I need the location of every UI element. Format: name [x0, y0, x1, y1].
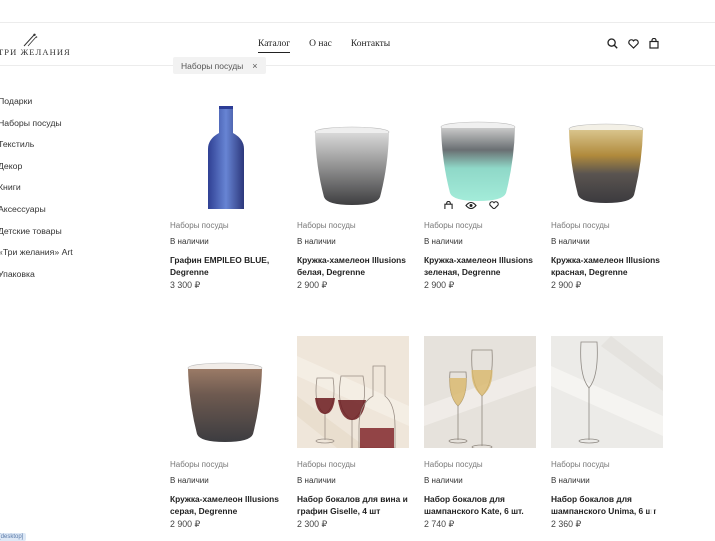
- sidebar-item-decor[interactable]: Декор: [0, 161, 73, 183]
- product-card[interactable]: Наборы посуды В наличии Кружка-хамелеон …: [424, 97, 536, 291]
- product-title[interactable]: Набор бокалов для шампанского Kate, 6 шт…: [424, 493, 536, 517]
- product-stock: В наличии: [424, 237, 463, 246]
- main-nav: Каталог О нас Контакты: [258, 39, 390, 53]
- product-stock: В наличии: [170, 476, 209, 485]
- product-stock: В наличии: [297, 476, 336, 485]
- product-image-cup-silver[interactable]: [297, 97, 409, 209]
- product-price: 3 300 ₽: [170, 280, 201, 290]
- product-price: 2 900 ₽: [297, 280, 328, 290]
- filter-chip-label: Наборы посуды: [181, 60, 244, 71]
- sidebar-item-kids[interactable]: Детские товары: [0, 226, 73, 248]
- product-category: Наборы посуды: [551, 221, 610, 230]
- sidebar-item-books[interactable]: Книги: [0, 182, 73, 204]
- brand-logo[interactable]: ТРИ ЖЕЛАНИЯ: [0, 31, 71, 61]
- nav-about[interactable]: О нас: [309, 39, 332, 53]
- product-stock: В наличии: [297, 237, 336, 246]
- product-price: 2 740 ₽: [424, 519, 455, 529]
- product-card[interactable]: Наборы посуды В наличии Кружка-хамелеон …: [170, 336, 282, 530]
- product-stock: В наличии: [170, 237, 209, 246]
- product-image-wine-glasses[interactable]: [297, 336, 409, 448]
- product-category: Наборы посуды: [297, 460, 356, 469]
- card-hover-actions: [444, 201, 499, 209]
- search-icon[interactable]: [607, 38, 618, 49]
- product-image-blue-carafe[interactable]: [170, 97, 282, 209]
- active-filter-chip: Наборы посуды ×: [173, 57, 266, 74]
- product-title[interactable]: Кружка-хамелеон Illusions красная, Degre…: [551, 254, 663, 278]
- product-title[interactable]: Графин EMPILEO BLUE, Degrenne: [170, 254, 282, 278]
- remove-filter-icon[interactable]: ×: [252, 61, 257, 71]
- product-category: Наборы посуды: [424, 460, 483, 469]
- site-header: ТРИ ЖЕЛАНИЯ Каталог О нас Контакты: [0, 22, 715, 66]
- sidebar-item-art[interactable]: «Три желания» Art: [0, 247, 73, 269]
- product-card[interactable]: Наборы посуды В наличии Набор бокалов дл…: [424, 336, 536, 530]
- sidebar-item-textile[interactable]: Текстиль: [0, 139, 73, 161]
- product-image-cup-green[interactable]: [424, 97, 536, 209]
- product-stock: В наличии: [424, 476, 463, 485]
- product-card[interactable]: Наборы посуды В наличии Набор бокалов дл…: [297, 336, 409, 530]
- avito-watermark: Avito: [645, 500, 706, 528]
- product-category: Наборы посуды: [170, 460, 229, 469]
- product-price: 2 900 ₽: [170, 519, 201, 529]
- product-price: 2 300 ₽: [297, 519, 328, 529]
- product-stock: В наличии: [551, 237, 590, 246]
- product-image-cup-gold[interactable]: [551, 97, 663, 209]
- category-sidebar: Подарки Наборы посуды Текстиль Декор Кни…: [0, 96, 73, 290]
- product-image-champagne-kate[interactable]: [424, 336, 536, 448]
- product-price: 2 900 ₽: [551, 280, 582, 290]
- header-actions: [607, 38, 659, 49]
- favorites-heart-icon[interactable]: [628, 38, 639, 49]
- product-card[interactable]: Наборы посуды В наличии Кружка-хамелеон …: [297, 97, 409, 291]
- product-title[interactable]: Кружка-хамелеон Illusions серая, Degrenn…: [170, 493, 282, 517]
- product-category: Наборы посуды: [551, 460, 610, 469]
- nav-contacts[interactable]: Контакты: [351, 39, 390, 53]
- product-title[interactable]: Кружка-хамелеон Illusions зеленая, Degre…: [424, 254, 536, 278]
- quick-view-eye-icon[interactable]: [465, 201, 477, 209]
- nav-catalog[interactable]: Каталог: [258, 39, 291, 53]
- sidebar-item-tableware-sets[interactable]: Наборы посуды: [0, 118, 73, 140]
- sidebar-item-packaging[interactable]: Упаковка: [0, 269, 73, 291]
- product-title[interactable]: Кружка-хамелеон Illusions белая, Degrenn…: [297, 254, 409, 278]
- product-category: Наборы посуды: [424, 221, 483, 230]
- product-card[interactable]: Наборы посуды В наличии Кружка-хамелеон …: [551, 97, 663, 291]
- sidebar-item-accessories[interactable]: Аксессуары: [0, 204, 73, 226]
- sparkle-logo-icon: [23, 33, 38, 47]
- brand-name: ТРИ ЖЕЛАНИЯ: [0, 47, 71, 57]
- product-category: Наборы посуды: [170, 221, 229, 230]
- product-image-cup-bronze[interactable]: [170, 336, 282, 448]
- product-stock: В наличии: [551, 476, 590, 485]
- cart-bag-icon[interactable]: [649, 38, 659, 49]
- product-category: Наборы посуды: [297, 221, 356, 230]
- product-price: 2 900 ₽: [424, 280, 455, 290]
- add-to-cart-icon[interactable]: [444, 201, 453, 209]
- product-image-champagne-unima[interactable]: [551, 336, 663, 448]
- sidebar-item-gifts[interactable]: Подарки: [0, 96, 73, 118]
- add-to-favorites-icon[interactable]: [489, 201, 499, 209]
- product-title[interactable]: Набор бокалов для вина и графин Giselle,…: [297, 493, 409, 517]
- product-card[interactable]: Наборы посуды В наличии Графин EMPILEO B…: [170, 97, 282, 291]
